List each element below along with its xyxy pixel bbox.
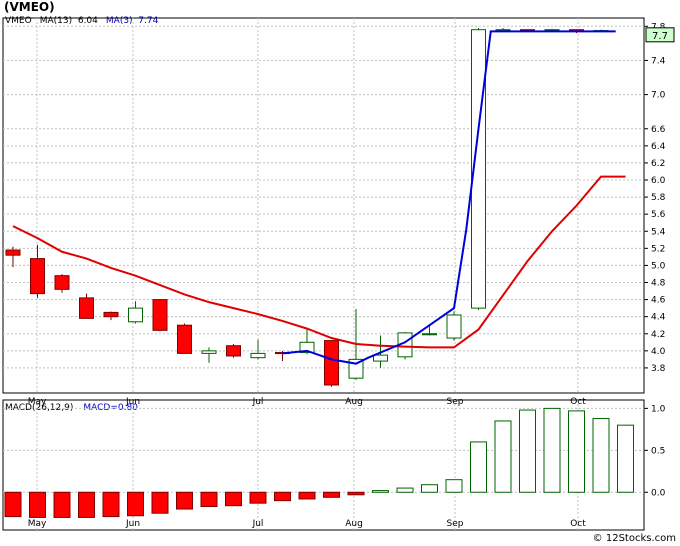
candle-body <box>152 299 168 331</box>
macd-bar <box>274 491 291 502</box>
macd-x-tick: Sep <box>447 519 464 529</box>
macd-x-tick: Aug <box>345 519 363 529</box>
candle-body <box>5 249 21 256</box>
macd-bar <box>347 491 365 496</box>
macd-bar <box>4 491 22 518</box>
macd-bar <box>592 417 610 493</box>
ma13-line <box>12 175 626 349</box>
macd-bar <box>151 491 169 514</box>
macd-bar <box>494 420 512 493</box>
macd-bar <box>323 491 340 498</box>
price-x-tick: Oct <box>570 397 586 407</box>
macd-bar <box>78 491 95 518</box>
price-y-tick: 4.8 <box>651 279 666 289</box>
candle-body <box>30 258 45 295</box>
macd-bar <box>372 490 389 493</box>
candle-body <box>324 340 339 386</box>
macd-bar <box>176 491 193 510</box>
macd-bar <box>568 410 585 493</box>
macd-bar <box>519 409 536 493</box>
macd-bar <box>298 491 316 500</box>
price-x-tick: Jul <box>252 397 264 407</box>
price-y-tick: 5.6 <box>651 210 666 220</box>
chart-canvas: May May Jun Jun Jul Jul Aug Aug Sep Sep Oct Oct 3.8 4… <box>2 17 675 531</box>
last-price-label: 7.7 <box>652 31 668 42</box>
candle-body <box>79 297 94 319</box>
macd-bar <box>200 491 218 508</box>
macd-x-tick: Oct <box>570 519 586 529</box>
candle-body <box>422 333 437 336</box>
price-y-tick: 4.4 <box>651 313 666 323</box>
price-y-tick: 6.6 <box>651 125 666 135</box>
candle-body <box>373 354 388 362</box>
macd-bar <box>396 487 414 493</box>
price-y-tick: 7.4 <box>651 56 666 66</box>
price-y-tick: 5.2 <box>651 244 665 254</box>
price-y-tick: 5.4 <box>651 227 666 237</box>
price-y-tick: 4.2 <box>651 330 665 340</box>
candle-body <box>226 345 241 357</box>
price-y-tick: 7.0 <box>651 91 666 101</box>
price-y-tick: 5.8 <box>651 193 666 203</box>
candle-body <box>177 324 192 354</box>
price-x-tick: Jun <box>125 397 140 407</box>
price-x-tick: May <box>28 397 47 407</box>
price-x-tick: Sep <box>447 397 464 407</box>
price-panel-frame <box>2 17 645 394</box>
macd-y-tick: 0.5 <box>651 446 665 456</box>
macd-x-tick: Jun <box>125 519 140 529</box>
macd-bar <box>445 479 463 493</box>
macd-bar <box>127 491 144 517</box>
macd-bar <box>102 491 120 518</box>
price-x-tick: Aug <box>345 397 363 407</box>
macd-y-tick: 0.0 <box>651 488 666 498</box>
candle-body <box>103 311 119 318</box>
candle-body <box>128 307 143 323</box>
price-y-tick: 5.0 <box>651 261 666 271</box>
macd-bar <box>249 491 267 504</box>
macd-x-tick: May <box>28 519 47 529</box>
macd-bar <box>53 491 71 518</box>
macd-bar <box>225 491 242 507</box>
candle-body <box>250 352 266 359</box>
macd-bar <box>617 424 634 493</box>
price-y-tick: 6.0 <box>651 176 666 186</box>
macd-bar <box>543 407 561 493</box>
macd-x-tick: Jul <box>252 519 264 529</box>
candle-body <box>201 350 217 354</box>
macd-bar <box>29 491 46 518</box>
price-y-tick: 6.4 <box>651 142 666 152</box>
macd-bar <box>421 484 438 493</box>
candle-body <box>54 275 70 290</box>
macd-y-tick: 1.0 <box>651 404 666 414</box>
macd-bar <box>470 441 487 493</box>
price-y-tick: 6.2 <box>651 159 665 169</box>
price-y-tick: 4.0 <box>651 347 666 357</box>
price-y-tick: 3.8 <box>651 364 666 374</box>
candle-body <box>446 314 462 339</box>
price-y-tick: 4.6 <box>651 296 666 306</box>
